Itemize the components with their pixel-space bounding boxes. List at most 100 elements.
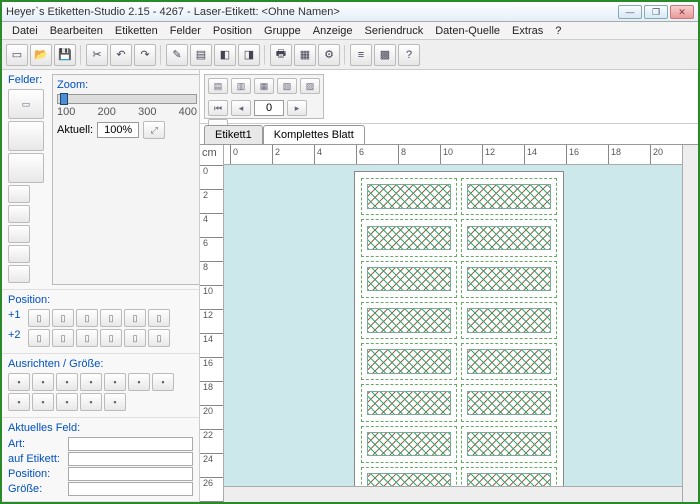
nav-page[interactable]: 0 <box>254 100 284 116</box>
help-icon[interactable]: ? <box>398 44 420 66</box>
menu-seriendruck[interactable]: Seriendruck <box>359 23 430 39</box>
view-4[interactable]: ▧ <box>277 78 297 94</box>
field-small-4[interactable] <box>8 245 30 263</box>
print-icon[interactable]: 🖶 <box>270 44 292 66</box>
label-cell[interactable] <box>461 261 557 298</box>
label-cell[interactable] <box>361 219 457 256</box>
label-cell[interactable] <box>461 384 557 421</box>
label-cell[interactable] <box>461 426 557 463</box>
label-cell[interactable] <box>461 467 557 486</box>
menu-gruppe[interactable]: Gruppe <box>258 23 307 39</box>
size-3[interactable]: ▪ <box>56 393 78 411</box>
grid-icon[interactable]: ▩ <box>374 44 396 66</box>
field-small-5[interactable] <box>8 265 30 283</box>
align-3[interactable]: ▪ <box>56 373 78 391</box>
close-button[interactable]: ✕ <box>670 5 694 19</box>
pos-btn-5[interactable]: ▯ <box>124 309 146 327</box>
menu-datenquelle[interactable]: Daten-Quelle <box>429 23 506 39</box>
label-cell[interactable] <box>361 343 457 380</box>
field-small-1[interactable] <box>8 185 30 203</box>
auf-input[interactable] <box>68 452 193 466</box>
nav-first-icon[interactable]: ⏮ <box>208 100 228 116</box>
label-cell[interactable] <box>361 426 457 463</box>
sidebar: Felder: ▭ Zoom: <box>2 70 200 502</box>
label-cell[interactable] <box>361 302 457 339</box>
field-tool-1[interactable]: ▭ <box>8 89 44 119</box>
menu-felder[interactable]: Felder <box>164 23 207 39</box>
pos-btn-11[interactable]: ▯ <box>124 329 146 347</box>
field-tool-3[interactable] <box>8 153 44 183</box>
tool4-icon[interactable]: ◨ <box>238 44 260 66</box>
tab-etikett1[interactable]: Etikett1 <box>204 125 263 144</box>
align-2[interactable]: ▪ <box>32 373 54 391</box>
align-7[interactable]: ▪ <box>152 373 174 391</box>
gr-input[interactable] <box>68 482 193 496</box>
pos-btn-8[interactable]: ▯ <box>52 329 74 347</box>
menu-extras[interactable]: Extras <box>506 23 549 39</box>
cut-icon[interactable]: ✂ <box>86 44 108 66</box>
new-icon[interactable]: ▭ <box>6 44 28 66</box>
undo-icon[interactable]: ↶ <box>110 44 132 66</box>
align-5[interactable]: ▪ <box>104 373 126 391</box>
maximize-button[interactable]: ❐ <box>644 5 668 19</box>
view-1[interactable]: ▤ <box>208 78 228 94</box>
view-3[interactable]: ▦ <box>254 78 274 94</box>
pos-btn-1[interactable]: ▯ <box>28 309 50 327</box>
redo-icon[interactable]: ↷ <box>134 44 156 66</box>
label-cell[interactable] <box>361 261 457 298</box>
label-cell[interactable] <box>361 178 457 215</box>
size-1[interactable]: ▪ <box>8 393 30 411</box>
scrollbar-vertical[interactable] <box>682 145 698 502</box>
gear-icon[interactable]: ⚙ <box>318 44 340 66</box>
zoom-fit-icon[interactable]: ⤢ <box>143 121 165 139</box>
tab-komplettes-blatt[interactable]: Komplettes Blatt <box>263 125 365 144</box>
canvas[interactable] <box>224 165 682 486</box>
open-icon[interactable]: 📂 <box>30 44 52 66</box>
menu-anzeige[interactable]: Anzeige <box>307 23 359 39</box>
field-small-3[interactable] <box>8 225 30 243</box>
tool2-icon[interactable]: ▤ <box>190 44 212 66</box>
label-cell[interactable] <box>461 219 557 256</box>
pos-btn-12[interactable]: ▯ <box>148 329 170 347</box>
label-cell[interactable] <box>361 467 457 486</box>
label-cell[interactable] <box>361 384 457 421</box>
nav-next-icon[interactable]: ▸ <box>287 100 307 116</box>
field-small-2[interactable] <box>8 205 30 223</box>
pos-btn-6[interactable]: ▯ <box>148 309 170 327</box>
label-cell[interactable] <box>461 302 557 339</box>
align-icon[interactable]: ≡ <box>350 44 372 66</box>
label-cell[interactable] <box>461 178 557 215</box>
view-2[interactable]: ▥ <box>231 78 251 94</box>
art-input[interactable] <box>68 437 193 451</box>
align-1[interactable]: ▪ <box>8 373 30 391</box>
tool3-icon[interactable]: ◧ <box>214 44 236 66</box>
pos-input[interactable] <box>68 467 193 481</box>
field-tool-2[interactable] <box>8 121 44 151</box>
size-4[interactable]: ▪ <box>80 393 102 411</box>
zoom-slider[interactable] <box>57 94 197 104</box>
align-6[interactable]: ▪ <box>128 373 150 391</box>
view-5[interactable]: ▨ <box>300 78 320 94</box>
menu-bearbeiten[interactable]: Bearbeiten <box>44 23 109 39</box>
size-2[interactable]: ▪ <box>32 393 54 411</box>
pos-btn-10[interactable]: ▯ <box>100 329 122 347</box>
tool-icon[interactable]: ✎ <box>166 44 188 66</box>
pos-btn-4[interactable]: ▯ <box>100 309 122 327</box>
menu-etiketten[interactable]: Etiketten <box>109 23 164 39</box>
pos-btn-9[interactable]: ▯ <box>76 329 98 347</box>
minimize-button[interactable]: — <box>618 5 642 19</box>
pos-btn-7[interactable]: ▯ <box>28 329 50 347</box>
save-icon[interactable]: 💾 <box>54 44 76 66</box>
db-icon[interactable]: ▦ <box>294 44 316 66</box>
menu-help[interactable]: ? <box>549 23 567 39</box>
menu-position[interactable]: Position <box>207 23 258 39</box>
pos-btn-2[interactable]: ▯ <box>52 309 74 327</box>
menu-datei[interactable]: Datei <box>6 23 44 39</box>
align-4[interactable]: ▪ <box>80 373 102 391</box>
nav-prev-icon[interactable]: ◂ <box>231 100 251 116</box>
felder-title: Felder: <box>8 74 44 86</box>
scrollbar-horizontal[interactable] <box>224 486 682 502</box>
size-5[interactable]: ▪ <box>104 393 126 411</box>
pos-btn-3[interactable]: ▯ <box>76 309 98 327</box>
label-cell[interactable] <box>461 343 557 380</box>
